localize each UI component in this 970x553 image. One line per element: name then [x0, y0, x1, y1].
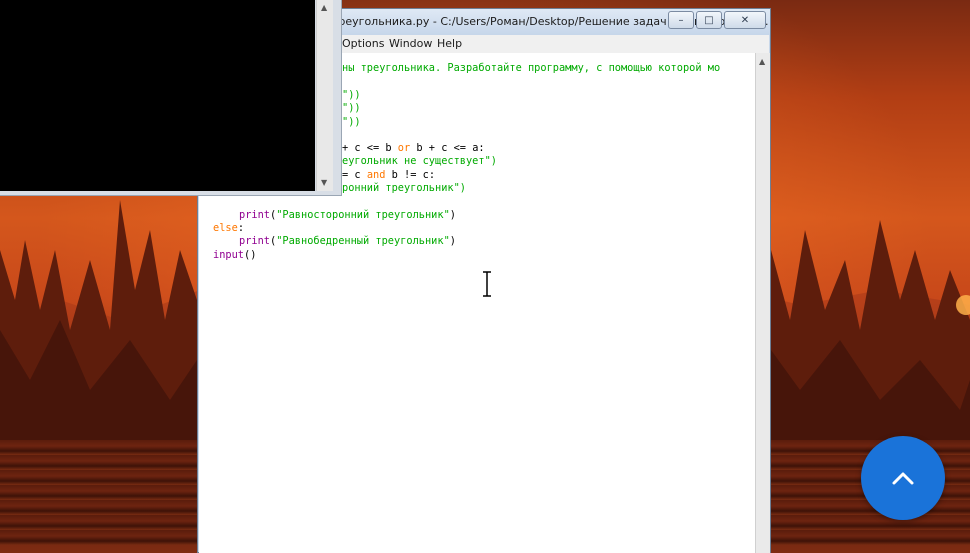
code-line: ны треугольника. Разработайте программу,…	[342, 62, 720, 75]
close-button[interactable]: ✕	[724, 11, 766, 29]
minimize-button[interactable]: –	[668, 11, 694, 29]
code-text: + c <= b	[342, 142, 398, 154]
code-string: "))	[342, 116, 361, 128]
code-text: )	[449, 235, 456, 247]
code-line: ронний треугольник")	[342, 182, 466, 195]
scroll-up-arrow-icon[interactable]: ▲	[759, 57, 765, 66]
scroll-to-top-button[interactable]	[861, 436, 945, 520]
code-string: "Равнобедренный треугольник"	[276, 235, 450, 247]
overlapping-black-window[interactable]: ▲ ▼	[0, 0, 342, 196]
menu-window[interactable]: Window	[389, 37, 432, 50]
code-text: :	[237, 222, 245, 234]
black-window-scrollbar[interactable]: ▲ ▼	[316, 0, 333, 191]
code-builtin: input	[213, 249, 244, 261]
code-line: "))	[342, 102, 361, 115]
code-line: print("Равносторонний треугольник")	[239, 209, 456, 222]
code-string: "))	[342, 102, 361, 114]
code-text: b != c:	[385, 169, 436, 181]
code-builtin: print	[239, 209, 270, 221]
caption-buttons: – □ ✕	[668, 11, 766, 29]
editor-scrollbar[interactable]: ▲	[755, 53, 770, 553]
code-line: еугольник не существует")	[342, 155, 497, 168]
code-line: + c <= b or b + c <= a:	[342, 142, 485, 155]
menu-help[interactable]: Help	[437, 37, 462, 50]
black-canvas	[0, 0, 315, 191]
code-line: = c and b != c:	[342, 169, 435, 182]
code-string: ны треугольника. Разработайте программу,…	[342, 62, 721, 74]
code-string: "))	[342, 89, 361, 101]
code-string: еугольник не существует")	[342, 155, 497, 167]
text-cursor-icon	[483, 271, 491, 297]
code-line: "))	[342, 89, 361, 102]
code-line: print("Равнобедренный треугольник")	[239, 235, 456, 248]
scroll-up-arrow-icon[interactable]: ▲	[321, 3, 327, 12]
code-line: input()	[213, 249, 256, 262]
code-text: )	[449, 209, 456, 221]
code-string: "Равносторонний треугольник"	[276, 209, 450, 221]
code-text: ()	[244, 249, 257, 261]
code-line: "))	[342, 116, 361, 129]
code-line: else:	[213, 222, 244, 235]
code-text: b + c <= a:	[410, 142, 485, 154]
code-keyword: or	[397, 142, 411, 154]
code-keyword: and	[366, 169, 386, 181]
code-string: ронний треугольник")	[342, 182, 466, 194]
code-text: = c	[342, 169, 367, 181]
scroll-down-arrow-icon[interactable]: ▼	[321, 178, 327, 187]
maximize-button[interactable]: □	[696, 11, 722, 29]
menu-options[interactable]: Options	[342, 37, 384, 50]
code-keyword: else	[213, 222, 238, 234]
code-builtin: print	[239, 235, 270, 247]
chevron-up-icon	[892, 472, 914, 485]
